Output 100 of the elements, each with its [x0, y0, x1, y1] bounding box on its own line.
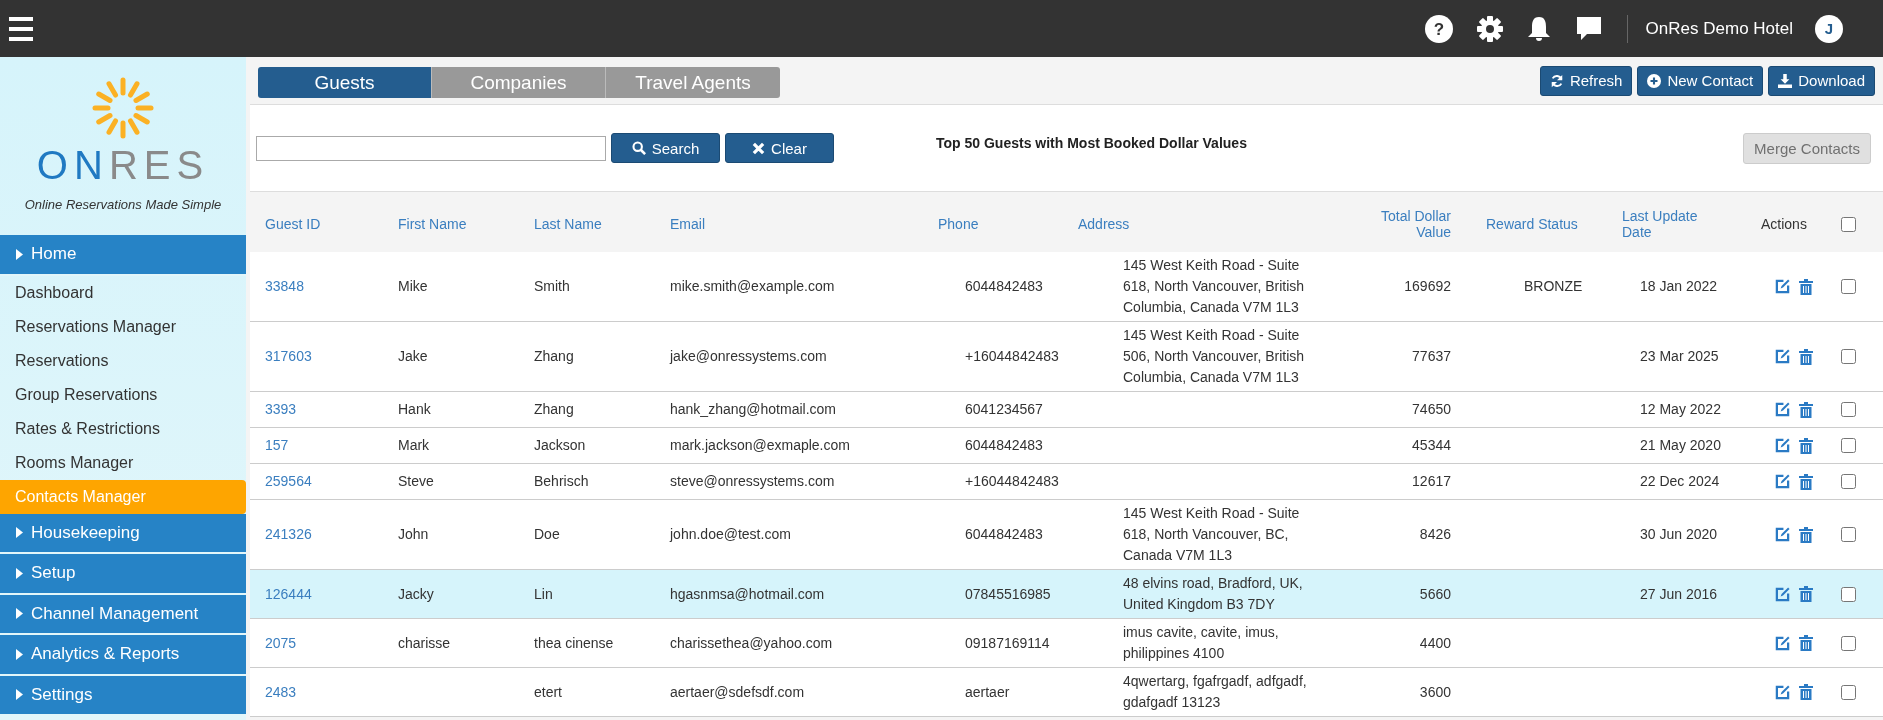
select-all-checkbox[interactable] — [1841, 216, 1856, 232]
search-field[interactable] — [256, 135, 606, 161]
table-cell: 18 Jan 2022 — [1606, 252, 1746, 322]
row-checkbox[interactable] — [1841, 684, 1856, 700]
guest-id-link[interactable]: 241326 — [250, 500, 383, 570]
row-checkbox[interactable] — [1841, 635, 1856, 651]
table-cell: Steve — [383, 464, 519, 500]
row-checkbox[interactable] — [1841, 586, 1856, 602]
edit-icon[interactable] — [1775, 635, 1790, 651]
user-avatar[interactable]: J — [1815, 14, 1843, 43]
tab[interactable]: Companies — [432, 67, 606, 98]
table-cell: 4400 — [1326, 619, 1466, 668]
help-icon[interactable]: ? — [1424, 14, 1453, 43]
row-checkbox[interactable] — [1841, 527, 1856, 542]
table-cell: charissethea@yahoo.com — [655, 619, 923, 668]
guest-id-link[interactable]: 317603 — [250, 322, 383, 392]
table-cell: 22 Dec 2024 — [1606, 464, 1746, 500]
row-checkbox[interactable] — [1841, 279, 1856, 294]
table-cell: Mike — [383, 252, 519, 322]
sidebar-section[interactable]: Settings — [0, 675, 246, 716]
table-cell: 6041234567 — [923, 392, 1063, 428]
table-cell: steve@onressystems.com — [655, 464, 923, 500]
settings-icon[interactable] — [1476, 15, 1503, 42]
edit-icon[interactable] — [1775, 438, 1790, 453]
row-checkbox[interactable] — [1841, 474, 1856, 489]
row-checkbox[interactable] — [1841, 349, 1856, 364]
trash-icon[interactable] — [1799, 684, 1813, 700]
edit-icon[interactable] — [1775, 474, 1790, 489]
menu-icon[interactable] — [8, 16, 34, 41]
trash-icon[interactable] — [1799, 278, 1813, 295]
download-icon — [1778, 73, 1793, 88]
table-cell: mike.smith@example.com — [655, 252, 923, 322]
table-cell: 21 May 2020 — [1606, 428, 1746, 464]
sidebar-item[interactable]: Dashboard — [0, 275, 246, 310]
sidebar-item[interactable]: Group Reservations — [0, 377, 246, 412]
hotel-name[interactable]: OnRes Demo Hotel — [1645, 18, 1793, 39]
search-icon — [631, 141, 646, 155]
row-checkbox[interactable] — [1841, 438, 1856, 453]
trash-icon[interactable] — [1799, 635, 1813, 651]
refresh-button[interactable]: Refresh — [1539, 65, 1633, 96]
table-cell: 23 Mar 2025 — [1606, 322, 1746, 392]
sidebar-section[interactable]: Housekeeping — [0, 513, 246, 554]
sidebar-item[interactable]: Rates & Restrictions — [0, 411, 246, 446]
trash-icon[interactable] — [1799, 586, 1813, 602]
table-cell: 145 West Keith Road - Suite 506, North Vancouver, British Columbia, Canada V7M 1L3 — [1063, 322, 1326, 392]
refresh-icon — [1549, 73, 1564, 88]
sidebar-item[interactable]: Reservations Manager — [0, 309, 246, 344]
guest-id-link[interactable]: 259564 — [250, 464, 383, 500]
sidebar-section[interactable]: Setup — [0, 554, 246, 595]
table-cell: 27 Jun 2016 — [1606, 570, 1746, 619]
trash-icon[interactable] — [1799, 401, 1813, 418]
sidebar-item[interactable]: Rooms Manager — [0, 445, 246, 480]
trash-icon[interactable] — [1799, 348, 1813, 365]
edit-icon[interactable] — [1775, 586, 1790, 602]
table-cell: john.doe@test.com — [655, 500, 923, 570]
table-cell: Doe — [519, 500, 655, 570]
guest-id-link[interactable]: 2075 — [250, 619, 383, 668]
guest-id-link[interactable]: 3393 — [250, 392, 383, 428]
guest-id-link[interactable]: 157 — [250, 428, 383, 464]
table-cell: 145 West Keith Road - Suite 618, North Vancouver, British Columbia, Canada V7M 1L3 — [1063, 252, 1326, 322]
edit-icon[interactable] — [1775, 684, 1790, 700]
row-checkbox[interactable] — [1841, 402, 1856, 417]
trash-icon[interactable] — [1799, 526, 1813, 543]
guest-id-link[interactable]: 2483 — [250, 668, 383, 717]
caret-icon — [16, 567, 23, 579]
table-cell: 74650 — [1326, 392, 1466, 428]
table-cell: BRONZE — [1466, 252, 1606, 322]
sidebar-item[interactable]: Reservations — [0, 343, 246, 378]
edit-icon[interactable] — [1775, 527, 1790, 542]
table-cell: hank_zhang@hotmail.com — [655, 392, 923, 428]
table-cell: aertaer — [923, 668, 1063, 717]
chat-icon[interactable] — [1574, 15, 1603, 42]
table-cell: 45344 — [1326, 428, 1466, 464]
bell-icon[interactable] — [1526, 15, 1551, 42]
tagline: Online Reservations Made Simple — [24, 197, 222, 212]
table-cell: Jackson — [519, 428, 655, 464]
edit-icon[interactable] — [1775, 279, 1790, 294]
guest-id-link[interactable]: 126444 — [250, 570, 383, 619]
table-cell: 3600 — [1326, 668, 1466, 717]
tab[interactable]: Travel Agents — [606, 67, 780, 98]
trash-icon[interactable] — [1799, 473, 1813, 490]
table-cell: 8426 — [1326, 500, 1466, 570]
guest-id-link[interactable]: 33848 — [250, 252, 383, 322]
download-button[interactable]: Download — [1768, 65, 1875, 96]
caret-icon — [16, 248, 23, 260]
clear-button[interactable]: Clear — [725, 133, 834, 163]
edit-icon[interactable] — [1775, 349, 1790, 364]
table-cell: mark.jackson@exmaple.com — [655, 428, 923, 464]
sidebar-section[interactable]: Home — [0, 235, 246, 276]
table-cell: 145 West Keith Road - Suite 618, North Vancouver, BC, Canada V7M 1L3 — [1063, 500, 1326, 570]
search-button[interactable]: Search — [611, 133, 720, 163]
tab[interactable]: Guests — [258, 67, 432, 98]
edit-icon[interactable] — [1775, 402, 1790, 417]
table-cell: 6044842483 — [923, 428, 1063, 464]
trash-icon[interactable] — [1799, 437, 1813, 454]
table-cell: Jacky — [383, 570, 519, 619]
sidebar-section[interactable]: Analytics & Reports — [0, 635, 246, 676]
sidebar-section[interactable]: Channel Management — [0, 594, 246, 635]
table-cell: 07845516985 — [923, 570, 1063, 619]
new-button[interactable]: New Contact — [1637, 65, 1764, 96]
